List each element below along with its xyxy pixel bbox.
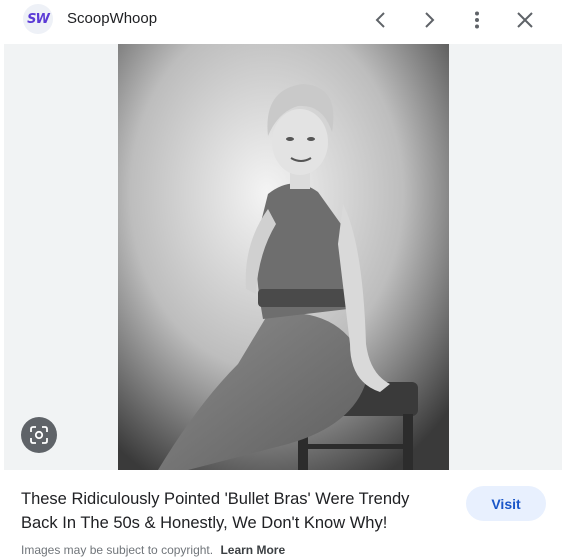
- more-vert-icon: [475, 11, 479, 29]
- visit-button[interactable]: Visit: [466, 486, 546, 521]
- chevron-left-icon: [375, 12, 385, 28]
- next-button[interactable]: [415, 6, 443, 34]
- result-title[interactable]: These Ridiculously Pointed 'Bullet Bras'…: [21, 487, 441, 535]
- site-logo-text: SW: [27, 11, 50, 27]
- site-logo[interactable]: SW: [23, 4, 53, 34]
- preview-header: SW ScoopWhoop: [0, 0, 566, 42]
- close-button[interactable]: [511, 6, 539, 34]
- copyright-notice: Images may be subject to copyright. Lear…: [21, 543, 285, 557]
- lens-icon: [30, 426, 48, 444]
- close-icon: [517, 12, 533, 28]
- chevron-right-icon: [425, 12, 435, 28]
- previous-button[interactable]: [367, 6, 395, 34]
- learn-more-link[interactable]: Learn More: [220, 543, 285, 557]
- copyright-text: Images may be subject to copyright.: [21, 543, 214, 557]
- result-title-line2: Back In The 50s & Honestly, We Don't Kno…: [21, 514, 388, 532]
- preview-photo[interactable]: [118, 44, 449, 470]
- more-options-button[interactable]: [463, 6, 491, 34]
- result-title-line1: These Ridiculously Pointed 'Bullet Bras'…: [21, 490, 410, 508]
- image-area: [4, 44, 562, 470]
- lens-search-button[interactable]: [21, 417, 57, 453]
- image-preview-panel: SW ScoopWhoop These Ridiculously Pointed…: [0, 0, 566, 560]
- site-name[interactable]: ScoopWhoop: [67, 10, 157, 27]
